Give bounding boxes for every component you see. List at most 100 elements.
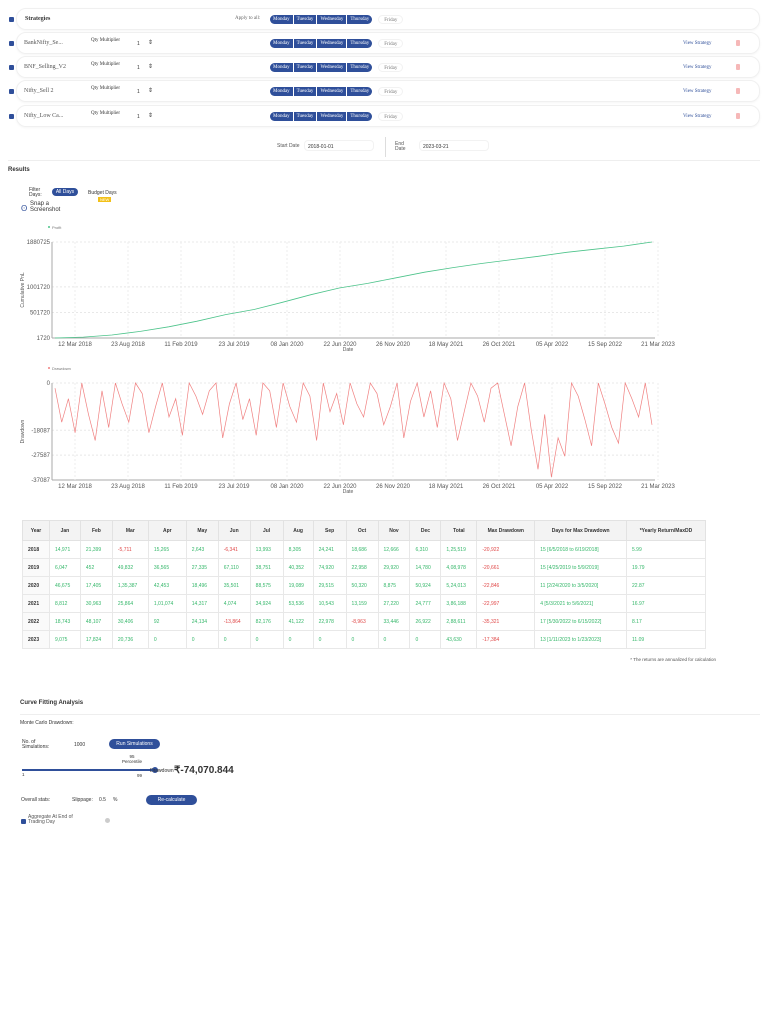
day-friday[interactable]: Friday [378,63,404,72]
legend-label: Drawdown [52,366,71,371]
day-friday[interactable]: Friday [378,39,404,48]
day-thursday[interactable]: Thursday [347,63,373,72]
day-thursday[interactable]: Thursday [347,112,373,121]
day-tuesday[interactable]: Tuesday [293,39,318,48]
spinner-icon[interactable]: ⇕ [148,112,153,119]
aggregate-label: Aggregate At End of Trading Day [28,814,73,825]
drawdown-label: Drawdown [150,768,174,774]
table-cell: 35,501 [217,576,251,595]
column-header[interactable]: Total [440,520,478,541]
day-tuesday[interactable]: Tuesday [293,87,318,96]
table-cell: 88,575 [249,576,284,595]
day-wednesday[interactable]: Wednesday [317,112,348,121]
spinner-icon[interactable]: ⇕ [148,87,153,94]
day-monday[interactable]: Monday [270,112,294,121]
trash-icon[interactable] [736,88,740,94]
view-strategy-link[interactable]: View Strategy [683,114,711,119]
column-header[interactable]: Jul [249,520,284,541]
table-row: 2022 18,743 48,107 30,406 92 24,134 -13,864 82,… [22,612,706,631]
view-strategy-link[interactable]: View Strategy [683,65,711,70]
table-cell: 0 [312,630,347,649]
column-header[interactable]: May [185,520,219,541]
run-simulations-button[interactable]: Run Simulations [109,739,160,749]
day-monday[interactable]: Monday [270,87,294,96]
start-date-input[interactable]: 2018-01-01 [304,140,374,151]
all-days-toggle[interactable]: All Days [52,188,78,196]
trash-icon[interactable] [736,64,740,70]
budget-days-toggle[interactable]: Budget Days [88,190,117,196]
camera-icon[interactable]: ʘ [21,204,27,213]
table-cell: -5,711 [111,540,149,559]
column-header[interactable]: Mar [111,520,149,541]
trash-icon[interactable] [736,40,740,46]
day-tuesday[interactable]: Tuesday [293,15,318,24]
column-header[interactable]: Days for Max Drawdown [534,520,627,541]
info-icon[interactable] [105,818,110,823]
snap-screenshot-button[interactable]: Snap a Screenshot [30,201,70,213]
view-strategy-link[interactable]: View Strategy [683,89,711,94]
select-all-checkbox[interactable] [9,17,14,22]
table-cell: 0 [249,630,284,649]
spinner-icon[interactable]: ⇕ [148,63,153,70]
strategy-checkbox[interactable] [9,41,14,46]
strategy-checkbox[interactable] [9,89,14,94]
column-header[interactable]: Year [22,520,50,541]
table-cell: 22,978 [312,612,347,631]
strategy-checkbox[interactable] [9,114,14,119]
day-friday[interactable]: Friday [378,112,404,121]
table-cell: 17 [5/30/2022 to 6/15/2022] [534,612,627,631]
column-header[interactable]: Sep [312,520,347,541]
day-thursday[interactable]: Thursday [347,39,373,48]
day-monday[interactable]: Monday [270,63,294,72]
column-header[interactable]: Dec [409,520,442,541]
table-cell: 92 [147,612,187,631]
table-cell: 74,920 [312,558,347,577]
end-date-input[interactable]: 2023-03-21 [419,140,489,151]
percentile-slider[interactable] [22,767,162,773]
table-cell: -17,384 [476,630,536,649]
table-cell: 12,666 [377,540,411,559]
apply-all-days: Monday Tuesday Wednesday Thursday Friday [270,15,404,24]
table-cell: 53,536 [282,594,314,613]
spinner-icon[interactable]: ⇕ [148,39,153,46]
column-header[interactable]: *Yearly Return/MaxDD [626,520,706,541]
day-wednesday[interactable]: Wednesday [317,87,348,96]
table-row: 2023 9,075 17,824 20,736 0 0 0 0 0 0 0 0 0 43,630 -17,… [22,630,706,649]
recalculate-button[interactable]: Re-calculate [146,795,197,805]
day-monday[interactable]: Monday [270,39,294,48]
num-simulations-input[interactable]: 1000 [72,740,100,749]
table-cell: 82,176 [249,612,284,631]
day-tuesday[interactable]: Tuesday [293,112,318,121]
strategy-checkbox[interactable] [9,65,14,70]
column-header[interactable]: Oct [345,520,379,541]
column-header[interactable]: Jun [217,520,251,541]
day-tuesday[interactable]: Tuesday [293,63,318,72]
column-header[interactable]: Max Drawdown [476,520,536,541]
qty-multiplier-input[interactable]: 1 [137,89,140,95]
slippage-input[interactable]: 0.5 [99,797,106,803]
day-wednesday[interactable]: Wednesday [317,15,348,24]
aggregate-checkbox[interactable] [21,819,26,824]
column-header[interactable]: Apr [147,520,187,541]
day-friday[interactable]: Friday [378,87,404,96]
column-header[interactable]: Nov [377,520,411,541]
y-tick-label: 0 [47,381,51,387]
qty-multiplier-input[interactable]: 1 [137,65,140,71]
day-friday[interactable]: Friday [378,15,404,24]
view-strategy-link[interactable]: View Strategy [683,41,711,46]
strategies-label: Strategies [25,16,51,22]
column-header[interactable]: Aug [282,520,314,541]
qty-multiplier-input[interactable]: 1 [137,41,140,47]
day-monday[interactable]: Monday [270,15,294,24]
strategy-days: Monday Tuesday Wednesday Thursday Friday [270,87,404,96]
day-wednesday[interactable]: Wednesday [317,39,348,48]
x-tick-label: 15 Sep 2022 [588,484,623,490]
qty-multiplier-input[interactable]: 1 [137,114,140,120]
column-header[interactable]: Jan [48,520,81,541]
day-thursday[interactable]: Thursday [347,87,373,96]
day-wednesday[interactable]: Wednesday [317,63,348,72]
day-thursday[interactable]: Thursday [347,15,373,24]
trash-icon[interactable] [736,113,740,119]
column-header[interactable]: Feb [79,520,113,541]
percentile-label: 95 Percentile [122,754,143,764]
